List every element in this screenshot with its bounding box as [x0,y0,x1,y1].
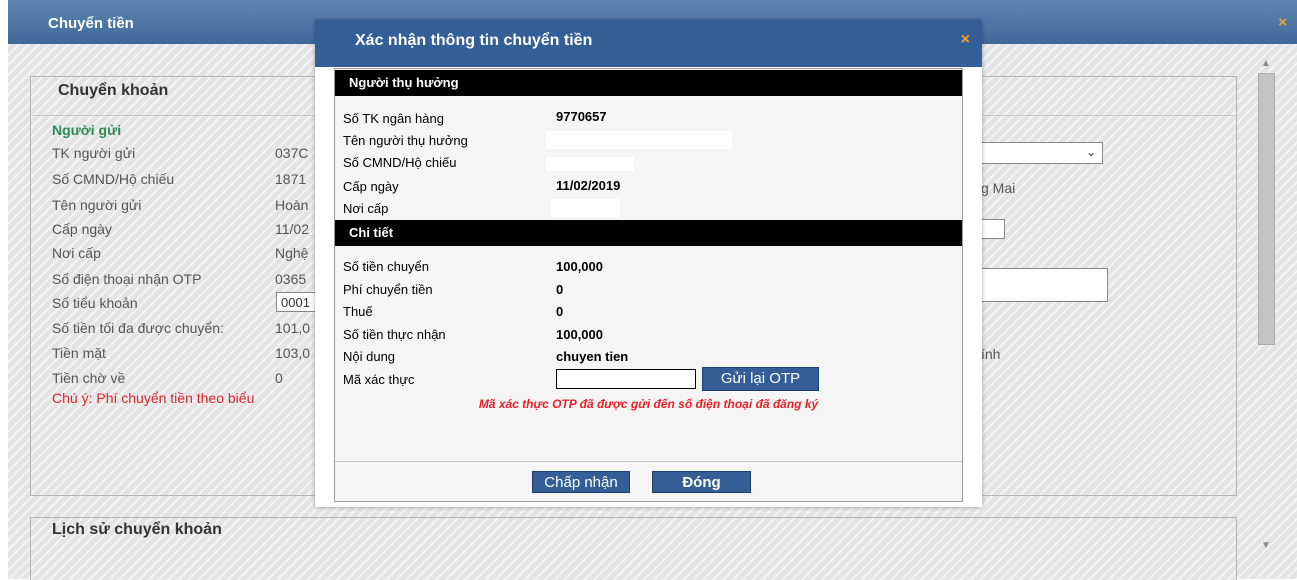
right-partial-text-1: g Mai [981,180,1016,196]
content-textarea[interactable] [975,268,1108,302]
sender-issue-place-label: Nơi cấp [52,245,101,261]
bank-select[interactable]: ⌄ [975,142,1103,164]
sender-account-value: 037C [275,145,309,161]
right-partial-text-2: ính [981,346,1001,362]
cash-label: Tiền mặt [52,345,106,361]
otp-sent-message: Mã xác thực OTP đã được gửi đến số điện … [478,397,819,411]
cash-value: 103,0 [275,345,311,361]
dialog-footer-divider [335,461,962,462]
tax-value: 0 [556,304,564,319]
max-transfer-label: Số tiền tối đa được chuyển: [52,320,224,336]
transfer-fee-value: 0 [556,282,564,297]
received-amount-value: 100,000 [556,327,603,342]
sender-account-label: TK người gửi [52,145,136,161]
otp-phone-value: 0365 [275,271,307,287]
chevron-down-icon: ⌄ [1085,145,1096,159]
tax-label: Thuế [343,304,373,319]
transfer-amount-value: 100,000 [556,259,603,274]
scroll-down-icon[interactable]: ▼ [1261,540,1271,551]
dialog-close-icon[interactable]: × [961,31,970,49]
transfer-amount-label: Số tiền chuyển [343,259,430,274]
dialog-header: Xác nhận thông tin chuyển tiền × [315,20,982,67]
dialog-title: Xác nhận thông tin chuyển tiền [355,32,593,49]
scrollbar-thumb[interactable] [1258,73,1275,345]
sender-id-label: Số CMND/Hộ chiếu [52,171,175,187]
window-title: Chuyển tiền [48,15,134,32]
received-amount-label: Số tiền thực nhận [343,327,446,342]
fee-note: Chú ý: Phí chuyển tiền theo biểu [52,390,255,406]
pending-cash-label: Tiền chờ về [52,370,126,386]
sender-name-label: Tên người gửi [52,197,142,213]
details-section-header: Chi tiết [335,220,962,246]
bank-account-value: 9770657 [556,109,607,124]
window-close-icon[interactable]: × [1278,14,1287,31]
scroll-up-icon[interactable]: ▲ [1261,58,1271,69]
beneficiary-name-label: Tên người thụ hưởng [343,133,468,148]
resend-otp-button[interactable]: Gửi lại OTP [702,367,819,391]
beneficiary-issue-place-label: Nơi cấp [343,201,389,216]
sub-account-select[interactable]: 0001 [276,292,318,312]
beneficiary-id-label: Số CMND/Hộ chiếu [343,155,457,170]
accept-button[interactable]: Chấp nhận [532,471,630,493]
history-panel-title: Lịch sử chuyển khoản [52,521,222,538]
max-transfer-value: 101,0 [275,320,311,336]
sub-account-label: Số tiểu khoản [52,295,138,311]
close-button[interactable]: Đóng [652,471,751,493]
beneficiary-issue-place-redacted [551,199,620,217]
sender-issue-date-label: Cấp ngày [52,221,112,237]
bank-account-label: Số TK ngân hàng [343,111,444,126]
pending-cash-value: 0 [275,370,283,386]
sender-issue-date-value: 11/02 [275,221,309,237]
beneficiary-name-redacted [546,131,732,149]
sender-heading: Người gửi [52,122,122,138]
dialog-body: Người thụ hưởng Số TK ngân hàng 9770657 … [334,68,963,502]
beneficiary-id-redacted [546,157,634,171]
beneficiary-section-header: Người thụ hưởng [335,70,962,96]
otp-label: Mã xác thực [343,372,415,387]
sender-issue-place-value: Nghệ [275,245,309,261]
sender-name-value: Hoàn [275,197,309,213]
beneficiary-issue-date-label: Cấp ngày [343,179,399,194]
otp-phone-label: Số điện thoại nhận OTP [52,271,202,287]
otp-input[interactable] [556,369,696,389]
beneficiary-issue-date-value: 11/02/2019 [556,178,621,193]
content-value: chuyen tien [556,349,629,364]
transfer-fee-label: Phí chuyển tiền [343,282,433,297]
transfer-panel-title: Chuyển khoản [58,82,169,99]
content-label: Nội dung [343,349,396,364]
confirm-transfer-dialog: Xác nhận thông tin chuyển tiền × Người t… [315,20,982,507]
sender-id-value: 1871 [275,171,307,187]
